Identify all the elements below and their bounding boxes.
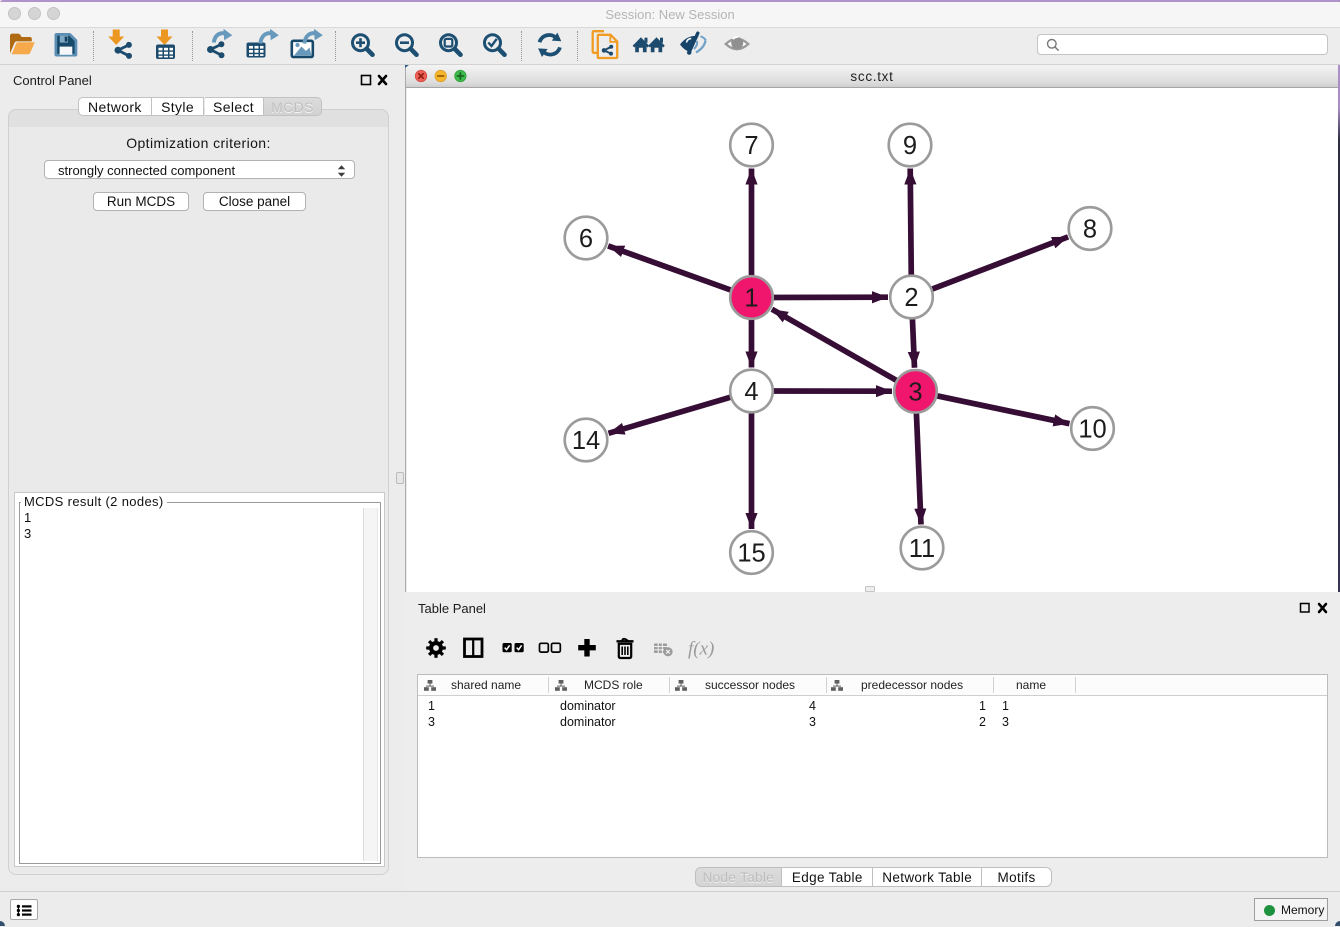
svg-text:1: 1 [744,285,758,313]
svg-text:9: 9 [903,132,917,160]
svg-text:11: 11 [909,535,935,563]
svg-text:2: 2 [904,284,918,312]
svg-text:4: 4 [744,378,758,406]
svg-text:6: 6 [579,225,593,253]
svg-text:14: 14 [572,427,600,455]
svg-text:f(x): f(x) [688,639,714,660]
svg-text:10: 10 [1078,416,1106,444]
svg-text:7: 7 [744,132,758,160]
svg-text:15: 15 [737,540,765,568]
svg-text:8: 8 [1083,216,1097,244]
svg-text:3: 3 [908,378,922,406]
